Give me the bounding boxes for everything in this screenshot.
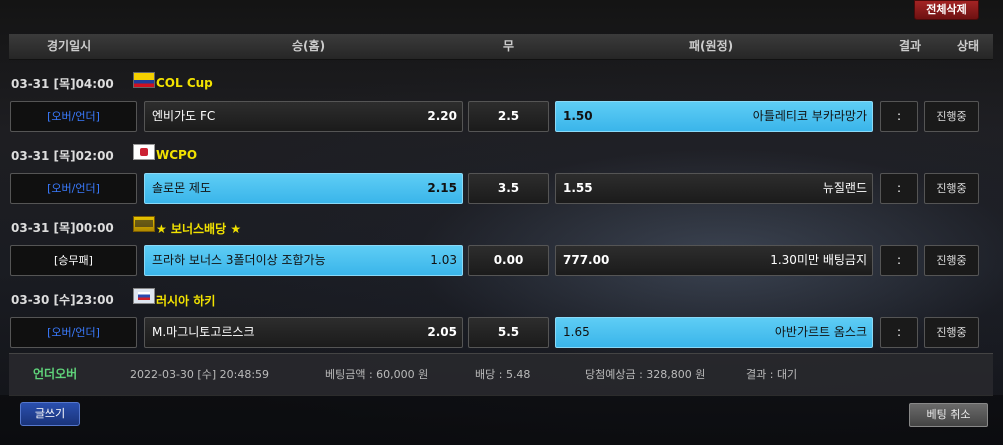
header-draw: 무 — [503, 39, 515, 53]
bet-type: [오버/언더] — [10, 173, 137, 204]
home-team: 프라하 보너스 3폴더이상 조합가능 — [152, 253, 326, 267]
home-team: M.마그니토고르스크 — [152, 325, 255, 339]
summary-expected-win: 당첨예상금 : 328,800 원 — [585, 368, 706, 381]
draw-odds-button[interactable]: 2.5 — [468, 101, 549, 132]
wcpo-flag-icon — [133, 144, 155, 160]
league-name: WCPO — [156, 148, 198, 162]
bet-type: [오버/언더] — [10, 317, 137, 348]
summary-odds: 배당 : 5.48 — [475, 368, 531, 381]
away-team: 아틀레티코 부카라망가 — [752, 109, 867, 123]
home-team: 엔비가도 FC — [152, 109, 216, 123]
summary-bet-kind: 언더오버 — [33, 367, 78, 381]
away-odds-button[interactable]: 1.55 뉴질랜드 — [555, 173, 873, 204]
away-odds: 777.00 — [563, 253, 610, 267]
summary-datetime: 2022-03-30 [수] 20:48:59 — [130, 368, 270, 381]
home-odds: 2.05 — [427, 325, 457, 339]
match-result: : — [880, 245, 918, 276]
away-odds-button[interactable]: 777.00 1.30미만 배팅금지 — [555, 245, 873, 276]
match-status: 진행중 — [924, 245, 979, 276]
match-result: : — [880, 101, 918, 132]
home-odds: 1.03 — [430, 253, 457, 267]
top-bar: 전체삭제 — [0, 0, 1003, 34]
header-home: 승(홈) — [292, 39, 326, 53]
header-away: 패(원정) — [689, 39, 734, 53]
match-status: 진행중 — [924, 317, 979, 348]
summary-amount: 베팅금액 : 60,000 원 — [325, 368, 429, 381]
header-status: 상태 — [957, 39, 980, 53]
home-odds-button[interactable]: 솔로몬 제도 2.15 — [144, 173, 463, 204]
league-name: COL Cup — [156, 76, 213, 90]
home-odds-button[interactable]: M.마그니토고르스크 2.05 — [144, 317, 463, 348]
header-datetime: 경기일시 — [47, 39, 92, 53]
bet-summary: 언더오버 2022-03-30 [수] 20:48:59 베팅금액 : 60,0… — [9, 353, 993, 396]
match-status: 진행중 — [924, 101, 979, 132]
draw-odds-button[interactable]: 3.5 — [468, 173, 549, 204]
home-odds: 2.15 — [427, 181, 457, 195]
match-result: : — [880, 173, 918, 204]
away-odds-button[interactable]: 1.65 아반가르트 옴스크 — [555, 317, 873, 348]
colombia-flag-icon — [133, 72, 155, 88]
league-name: ★ 보너스배당 ★ — [156, 222, 242, 236]
header-result: 결과 — [899, 39, 922, 53]
match-date: 03-30 [수]23:00 — [11, 293, 114, 307]
away-odds: 1.65 — [563, 325, 590, 339]
home-team: 솔로몬 제도 — [152, 181, 212, 195]
table-header: 경기일시 승(홈) 무 패(원정) 결과 상태 — [9, 34, 993, 60]
away-team: 아반가르트 옴스크 — [774, 325, 867, 339]
away-odds: 1.55 — [563, 181, 593, 195]
match-date: 03-31 [목]00:00 — [11, 221, 114, 235]
draw-odds-button[interactable]: 0.00 — [468, 245, 549, 276]
home-odds: 2.20 — [427, 109, 457, 123]
league-name: 러시아 하키 — [156, 294, 216, 308]
away-odds: 1.50 — [563, 109, 593, 123]
bet-type: [승무패] — [10, 245, 137, 276]
summary-result: 결과 : 대기 — [746, 368, 798, 381]
bonus-flag-icon — [133, 216, 155, 232]
home-odds-button[interactable]: 프라하 보너스 3폴더이상 조합가능 1.03 — [144, 245, 463, 276]
delete-all-button[interactable]: 전체삭제 — [914, 0, 979, 20]
home-odds-button[interactable]: 엔비가도 FC 2.20 — [144, 101, 463, 132]
away-odds-button[interactable]: 1.50 아틀레티코 부카라망가 — [555, 101, 873, 132]
away-team: 1.30미만 배팅금지 — [770, 253, 867, 267]
away-team: 뉴질랜드 — [822, 181, 867, 195]
russia-hockey-flag-icon — [133, 288, 155, 304]
bet-type: [오버/언더] — [10, 101, 137, 132]
cancel-bet-button[interactable]: 베팅 취소 — [909, 403, 988, 427]
draw-odds-button[interactable]: 5.5 — [468, 317, 549, 348]
match-result: : — [880, 317, 918, 348]
match-date: 03-31 [목]04:00 — [11, 77, 114, 91]
write-post-button[interactable]: 글쓰기 — [20, 402, 80, 426]
match-status: 진행중 — [924, 173, 979, 204]
bottom-toolbar — [0, 395, 1003, 445]
match-date: 03-31 [목]02:00 — [11, 149, 114, 163]
